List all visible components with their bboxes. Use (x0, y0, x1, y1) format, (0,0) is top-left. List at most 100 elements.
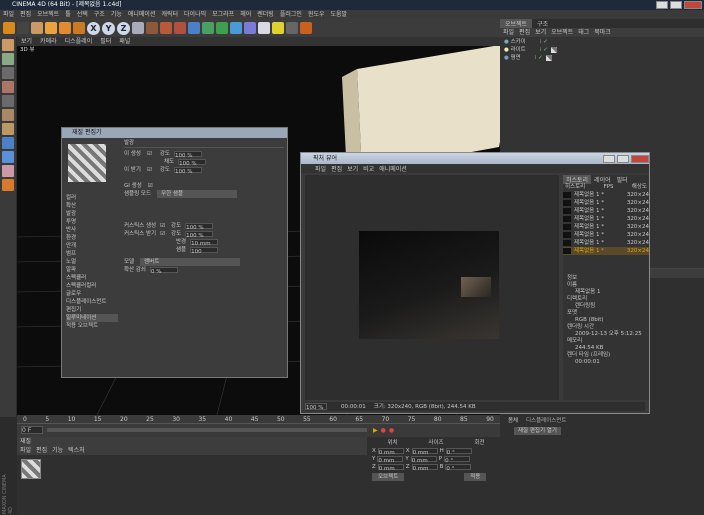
points-mode-icon[interactable] (2, 95, 14, 107)
sculpt-icon[interactable] (2, 179, 14, 191)
pv-menu-file[interactable]: 파일 (315, 164, 331, 173)
polygons-mode-icon[interactable] (2, 123, 14, 135)
diffuse-field[interactable]: 0 % (150, 267, 178, 275)
history-row[interactable]: 제목없음 1 * 320×24 (563, 215, 649, 223)
radius-field[interactable]: 10 mm (190, 239, 219, 247)
caustic-recv-field[interactable]: 100 % (185, 231, 214, 239)
coord-field[interactable]: 0 mm (410, 456, 437, 464)
pv-menu-view[interactable]: 보기 (347, 164, 363, 173)
menu-plugins[interactable]: 플러그인 (277, 10, 305, 19)
coord-field[interactable]: 0 mm (377, 464, 404, 472)
pv-close-button[interactable] (631, 154, 649, 163)
attr-item-body[interactable]: 몸체 (508, 417, 518, 425)
channel-item[interactable]: 스펙큘러컬러 (66, 282, 118, 290)
menu-selection[interactable]: 선택 (74, 10, 91, 19)
menu-window[interactable]: 윈도우 (305, 10, 328, 19)
om-menu-bookmarks[interactable]: 북마크 (594, 28, 616, 37)
object-mode-icon[interactable] (2, 53, 14, 65)
attr-item-displace[interactable]: 디스플레이스먼트 (526, 417, 566, 425)
pv-titlebar[interactable]: 픽처 뷰어 (301, 153, 649, 164)
render-settings-icon[interactable] (174, 22, 186, 34)
material-swatch[interactable] (21, 459, 41, 479)
menu-dynamics[interactable]: 다이나믹 (181, 10, 209, 19)
om-menu-edit[interactable]: 편집 (519, 28, 535, 37)
menu-objects[interactable]: 오브젝트 (34, 10, 62, 19)
coord-field[interactable]: 0 ° (444, 456, 471, 464)
channel-item[interactable]: 노멀 (66, 258, 118, 266)
y-axis-icon[interactable]: Y (102, 21, 115, 35)
vp-menu-camera[interactable]: 카메라 (36, 37, 61, 46)
pv-maximize-button[interactable] (617, 154, 629, 163)
caustic-recv-check[interactable]: ☑ (160, 230, 165, 238)
time-slider[interactable] (47, 428, 367, 432)
receive-check[interactable]: ☑ (147, 166, 152, 174)
vp-menu-display[interactable]: 디스플레이 (61, 37, 97, 46)
channel-item[interactable]: 안개 (66, 242, 118, 250)
snap-icon[interactable] (2, 137, 14, 149)
menu-file[interactable]: 파일 (0, 10, 17, 19)
history-row[interactable]: 제목없음 1 * 320×24 (563, 231, 649, 239)
zoom-field[interactable]: 100 % (305, 403, 327, 411)
pv-image-area[interactable] (305, 175, 559, 400)
maximize-button[interactable] (670, 1, 682, 9)
channel-item[interactable]: 알파 (66, 266, 118, 274)
channel-item[interactable]: 범프 (66, 250, 118, 258)
channel-item[interactable]: 환경 (66, 234, 118, 242)
coord-field[interactable]: 0 mm (377, 448, 404, 456)
checker-icon[interactable] (2, 165, 14, 177)
gi-check[interactable]: ☑ (148, 182, 153, 190)
pv-menu-animation[interactable]: 애니메이션 (379, 164, 412, 173)
channel-item[interactable]: 확산 (66, 202, 118, 210)
history-row-selected[interactable]: 제목없음 1 * 320×24 (563, 247, 649, 255)
menu-render[interactable]: 렌더링 (254, 10, 277, 19)
strength-field-2[interactable]: 100 % (174, 167, 202, 175)
menu-functions[interactable]: 기능 (108, 10, 125, 19)
vp-menu-filter[interactable]: 필터 (96, 37, 115, 46)
history-row[interactable]: 제목없음 1 * 320×24 (563, 223, 649, 231)
menu-tools[interactable]: 툴 (62, 10, 74, 19)
strength-field[interactable]: 100 % (174, 151, 202, 159)
scale-icon[interactable] (45, 22, 57, 34)
om-tab-objects[interactable]: 오브젝트 (500, 19, 533, 28)
light-icon[interactable] (272, 22, 284, 34)
visibility-icon[interactable]: ⁞ ✓ (540, 46, 548, 54)
menu-mograph[interactable]: 모그라프 (209, 10, 237, 19)
channel-item[interactable]: 적용 오브젝트 (66, 322, 118, 330)
material-tag-icon[interactable] (545, 55, 552, 61)
coord-field[interactable]: 0 mm (411, 448, 438, 456)
menu-character[interactable]: 캐릭터 (158, 10, 181, 19)
coord-mode-select[interactable]: 오브젝트 (372, 473, 405, 481)
channel-item[interactable]: 글로우 (66, 290, 118, 298)
channel-item[interactable]: 스펙큘러 (66, 274, 118, 282)
menu-structure[interactable]: 구조 (91, 10, 108, 19)
undo-icon[interactable] (3, 22, 15, 34)
deformer-icon[interactable] (230, 22, 242, 34)
coord-field[interactable]: 0 mm (377, 456, 404, 464)
pv-minimize-button[interactable] (603, 154, 615, 163)
open-mat-editor-button[interactable]: 재질 편집기 열기 (514, 427, 561, 435)
pv-menu-compare[interactable]: 비교 (363, 164, 379, 173)
vp-menu-panel[interactable]: 패널 (115, 37, 134, 46)
om-item-light[interactable]: ● 라이트 ⁞ ✓ (504, 46, 700, 54)
axis-mode-icon[interactable] (2, 81, 14, 93)
om-tab-structure[interactable]: 구조 (532, 19, 553, 28)
visibility-icon[interactable]: ⁞ ✓ (540, 38, 548, 46)
x-axis-icon[interactable]: X (87, 21, 100, 35)
record-icon[interactable]: ● (381, 427, 386, 434)
mated-titlebar[interactable]: 재질 편집기 (62, 128, 287, 138)
texture-mode-icon[interactable] (2, 67, 14, 79)
visibility-icon[interactable]: ⁞ ✓ (535, 54, 543, 62)
caustic-gen-check[interactable]: ☑ (160, 222, 165, 230)
channel-item[interactable]: 디스플레이스먼트 (66, 298, 118, 306)
mat-menu-function[interactable]: 기능 (52, 446, 68, 455)
om-menu-view[interactable]: 보기 (535, 28, 551, 37)
move-icon[interactable] (31, 22, 43, 34)
mat-menu-file[interactable]: 파일 (20, 446, 36, 455)
channel-item-selected[interactable]: 일루미네이션 (66, 314, 118, 322)
coord-field[interactable]: 0 mm (411, 464, 438, 472)
render-view-icon[interactable] (146, 22, 158, 34)
channel-item[interactable]: 반사 (66, 226, 118, 234)
history-row[interactable]: 제목없음 1 * 320×24 (563, 199, 649, 207)
scene-icon[interactable] (244, 22, 256, 34)
render-pv-icon[interactable] (160, 22, 172, 34)
